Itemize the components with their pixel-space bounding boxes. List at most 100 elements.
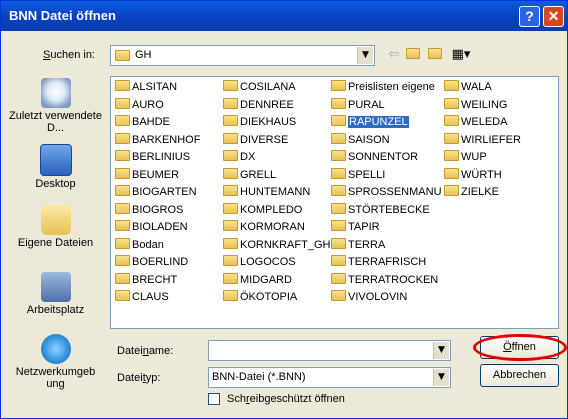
list-item[interactable]: BERLINIUS [115, 150, 190, 165]
list-item[interactable]: BRECHT [115, 272, 177, 288]
list-item[interactable]: SPELLI [331, 167, 385, 183]
folder-icon [115, 185, 130, 196]
chevron-down-icon[interactable]: ▼ [433, 342, 449, 359]
list-item[interactable]: GRELL [223, 167, 276, 183]
list-item[interactable]: SAISON [331, 132, 390, 148]
list-item[interactable]: BIOGROS [115, 202, 183, 218]
up-folder-icon[interactable] [404, 46, 422, 64]
list-item[interactable]: Bodan [115, 237, 164, 253]
list-item[interactable]: AURO [115, 97, 164, 113]
folder-icon [223, 220, 238, 231]
folder-icon [331, 150, 346, 161]
list-item[interactable]: WELEDA [444, 115, 507, 130]
list-item[interactable]: WIRLIEFER [444, 132, 521, 148]
lookin-value: GH [135, 49, 152, 61]
filename-input[interactable]: ▼ [208, 340, 451, 361]
list-item[interactable]: WALA [444, 80, 492, 95]
sidebar-item-label: Arbeitsplatz [26, 304, 85, 316]
cancel-button[interactable]: Abbrechen [480, 364, 559, 387]
list-item[interactable]: TERRAFRISCH [331, 255, 426, 270]
list-item[interactable]: KORNKRAFT_GH [223, 237, 331, 253]
view-menu-icon[interactable]: ▦▾ [448, 46, 474, 64]
sidebar-item-my-documents[interactable]: Eigene Dateien [7, 205, 104, 249]
list-item[interactable]: BIOLADEN [115, 220, 188, 235]
list-item[interactable]: WÜRTH [444, 167, 502, 183]
list-item[interactable]: DIVERSE [223, 132, 288, 148]
sidebar-item-label: Netzwerkumgeb ung [15, 366, 96, 390]
folder-icon [444, 80, 459, 91]
folder-name: KOMPLEDO [240, 203, 303, 216]
folder-name: Bodan [132, 238, 164, 251]
list-item[interactable]: SPROSSENMANU [331, 185, 442, 200]
list-item[interactable]: TERRA [331, 237, 385, 253]
filename-label: Dateiname: [117, 345, 174, 357]
list-item[interactable]: LOGOCOS [223, 255, 296, 270]
list-item[interactable]: RAPUNZEL [331, 115, 409, 130]
list-item[interactable]: HUNTEMANN [223, 185, 310, 200]
folder-name: DIEKHAUS [240, 116, 297, 128]
back-icon[interactable]: ⇦ [385, 46, 403, 64]
folder-name: KORNKRAFT_GH [240, 238, 331, 251]
list-item[interactable]: TERRATROCKEN [331, 272, 438, 288]
filetype-label: Dateityp: [117, 372, 161, 384]
sidebar-item-recent[interactable]: Zuletzt verwendete D... [7, 78, 104, 134]
list-item[interactable]: VIVOLOVIN [331, 290, 407, 305]
lookin-combobox[interactable]: GH ▼ [110, 45, 375, 66]
window-title: BNN Datei öffnen [9, 8, 116, 23]
folder-name: BAHDE [132, 116, 170, 128]
folder-name: LOGOCOS [240, 256, 296, 268]
folder-name: HUNTEMANN [240, 186, 311, 198]
folder-icon [331, 97, 346, 109]
folder-name: WIRLIEFER [461, 133, 521, 146]
close-button[interactable]: ✕ [543, 6, 564, 27]
list-item[interactable]: COSILANA [223, 80, 296, 95]
list-item[interactable]: BAHDE [115, 115, 170, 130]
chevron-down-icon[interactable]: ▼ [433, 369, 449, 386]
folder-name: STÖRTEBECKE [348, 203, 430, 216]
folder-icon [223, 202, 238, 214]
title-bar[interactable]: BNN Datei öffnen ? ✕ [1, 1, 567, 31]
list-item[interactable]: BEUMER [115, 167, 179, 183]
list-item[interactable]: SONNENTOR [331, 150, 418, 165]
sidebar-item-my-computer[interactable]: Arbeitsplatz [7, 272, 104, 316]
list-item[interactable]: KORMORAN [223, 220, 305, 235]
list-item[interactable]: ÖKOTOPIA [223, 290, 297, 305]
folder-icon [115, 272, 130, 284]
filetype-select[interactable]: BNN-Datei (*.BNN) ▼ [208, 367, 451, 388]
folder-icon [444, 132, 459, 144]
list-item[interactable]: TAPIR [331, 220, 380, 235]
list-item[interactable]: WUP [444, 150, 487, 165]
list-item[interactable]: STÖRTEBECKE [331, 202, 430, 218]
folder-name: BERLINIUS [132, 151, 191, 163]
folder-icon [444, 150, 459, 161]
readonly-label: Schreibgeschützt öffnen [227, 393, 345, 405]
list-item[interactable]: DENNREE [223, 97, 294, 113]
folder-name: TAPIR [348, 221, 380, 233]
list-item[interactable]: PURAL [331, 97, 385, 113]
list-item[interactable]: BOERLIND [115, 255, 188, 270]
list-item[interactable]: Preislisten eigene [331, 80, 435, 95]
sidebar-item-desktop[interactable]: Desktop [7, 144, 104, 190]
folder-icon [331, 237, 346, 249]
folder-icon [444, 115, 459, 126]
chevron-down-icon[interactable]: ▼ [357, 47, 373, 64]
list-item[interactable]: WEILING [444, 97, 507, 113]
readonly-checkbox[interactable] [208, 393, 220, 405]
file-list[interactable]: ALSITAN AURO BAHDE BARKENHOF BERLINIUS BEUMER… [110, 76, 559, 329]
help-button[interactable]: ? [519, 6, 540, 27]
list-item[interactable]: BIOGARTEN [115, 185, 197, 200]
sidebar-item-network[interactable]: Netzwerkumgeb ung [7, 334, 104, 390]
list-item[interactable]: CLAUS [115, 290, 169, 305]
folder-icon [115, 255, 130, 266]
folder-icon [115, 150, 130, 161]
list-item[interactable]: KOMPLEDO [223, 202, 303, 218]
list-item[interactable]: DIEKHAUS [223, 115, 296, 130]
list-item[interactable]: BARKENHOF [115, 132, 200, 148]
list-item[interactable]: ALSITAN [115, 80, 177, 95]
list-item[interactable]: MIDGARD [223, 272, 292, 288]
new-folder-icon[interactable] [426, 46, 444, 64]
sidebar-item-label: Zuletzt verwendete D... [9, 110, 102, 134]
folder-icon [331, 185, 346, 196]
list-item[interactable]: DX [223, 150, 255, 165]
list-item[interactable]: ZIELKE [444, 185, 499, 200]
